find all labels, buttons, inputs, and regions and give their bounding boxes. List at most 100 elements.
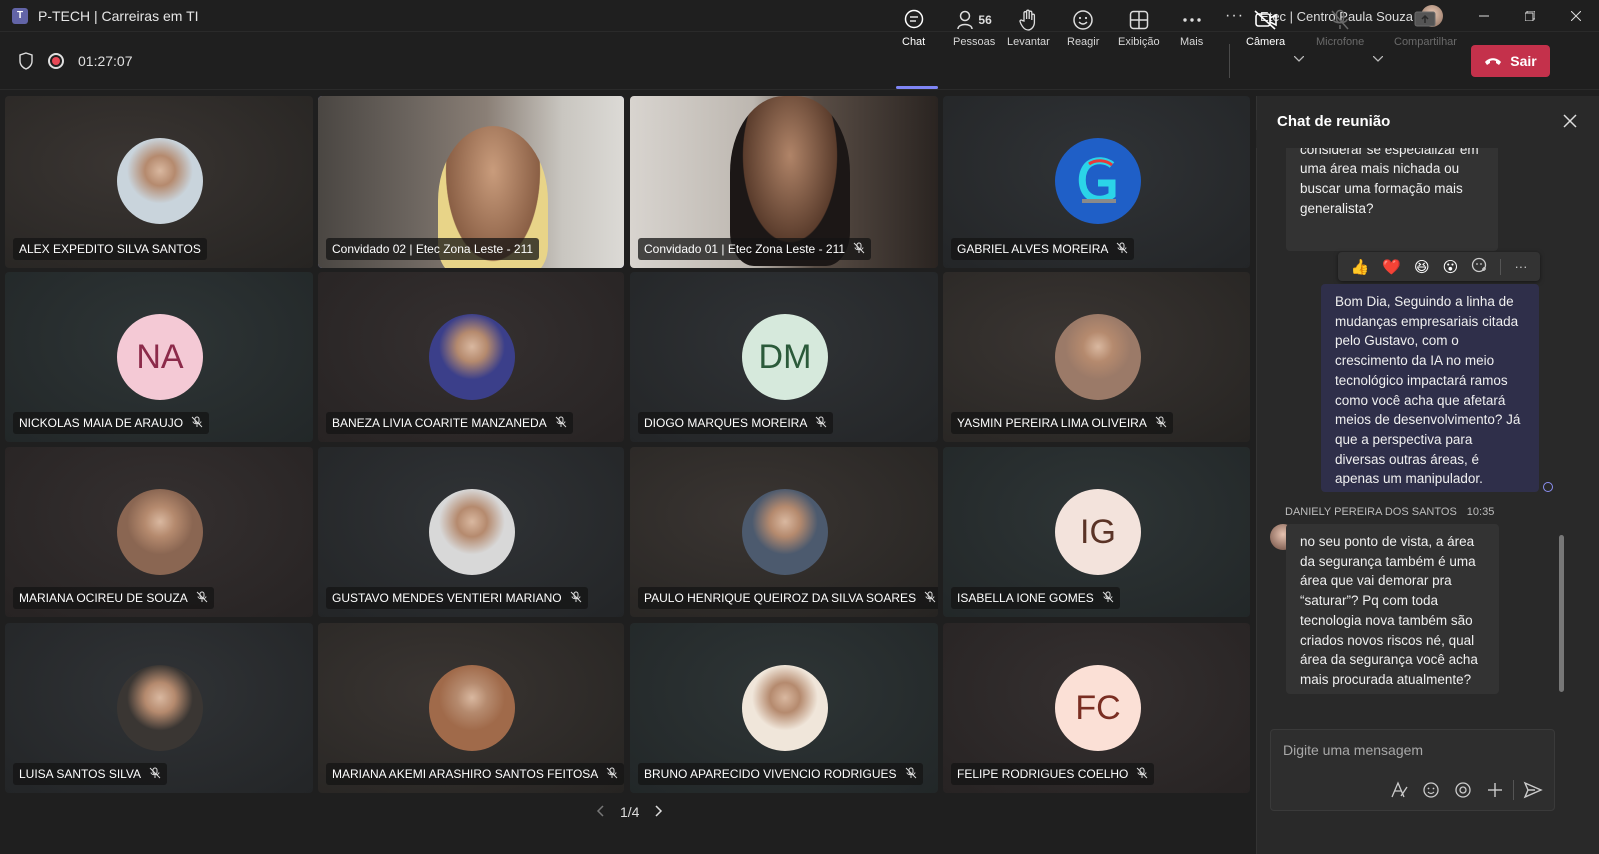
participant-tile[interactable]: GUSTAVO MENDES VENTIERI MARIANO [318,447,624,617]
react-button[interactable]: Reagir [1067,8,1099,54]
more-button[interactable]: Mais [1180,8,1203,54]
participant-tile[interactable]: DM DIOGO MARQUES MOREIRA [630,272,938,442]
participant-initials-avatar: NA [117,314,203,400]
mic-off-icon [1330,8,1350,32]
g-logo-icon [1078,157,1116,203]
participant-name-label: BANEZA LIVIA COARITE MANZANEDA [326,412,573,434]
message-time: 10:35 [1466,506,1495,518]
mic-muted-icon [1116,242,1128,257]
chat-button[interactable]: Chat [902,8,925,54]
heart-reaction-icon[interactable]: ❤️ [1382,258,1401,276]
participant-tile[interactable]: NA NICKOLAS MAIA DE ARAUJO [5,272,313,442]
participant-tile[interactable]: BRUNO APARECIDO VIVENCIO RODRIGUES [630,623,938,793]
minimize-button[interactable] [1461,0,1507,32]
leave-label: Sair [1510,53,1537,69]
participant-photo-avatar [429,314,515,400]
reaction-bar: 👍 ❤️ 😆 😮 ··· [1338,252,1540,281]
leave-button[interactable]: Sair [1471,45,1550,77]
chat-message[interactable]: no seu ponto de vista, a área da seguran… [1286,524,1499,694]
raise-hand-button[interactable]: Levantar [1007,8,1050,54]
participant-photo-avatar [117,489,203,575]
more-icon [1182,8,1202,32]
smiley-icon [1072,8,1094,32]
participant-tile[interactable]: IG ISABELLA IONE GOMES [943,447,1250,617]
participant-tile[interactable]: GABRIEL ALVES MOREIRA [943,96,1250,268]
participant-name-label: PAULO HENRIQUE QUEIROZ DA SILVA SOARES [638,587,938,609]
participant-tile[interactable]: FC FELIPE RODRIGUES COELHO [943,623,1250,793]
participant-name: Convidado 01 | Etec Zona Leste - 211 [644,242,846,256]
message-input[interactable] [1283,740,1543,760]
surprised-reaction-icon[interactable]: 😮 [1443,258,1459,276]
more-options-icon[interactable]: ··· [1225,7,1244,25]
like-reaction-icon[interactable]: 👍 [1351,258,1370,276]
send-icon[interactable] [1523,780,1543,805]
next-page-icon[interactable] [655,804,663,820]
participant-tile[interactable]: Convidado 02 | Etec Zona Leste - 211 [318,96,624,268]
add-icon[interactable] [1485,780,1505,800]
participant-tile[interactable]: PAULO HENRIQUE QUEIROZ DA SILVA SOARES [630,447,938,617]
participant-name-label: ISABELLA IONE GOMES [951,587,1120,609]
composer-divider [1513,780,1514,800]
maximize-button[interactable] [1507,0,1553,32]
share-icon [1414,8,1436,32]
chat-label: Chat [902,36,926,48]
participant-name-label: YASMIN PEREIRA LIMA OLIVEIRA [951,412,1173,434]
people-icon [957,10,974,30]
mic-muted-icon [555,416,567,431]
mic-muted-icon [196,591,208,606]
participant-name-label: LUISA SANTOS SILVA [13,763,168,785]
participant-name-label: ALEX EXPEDITO SILVA SANTOS [13,238,207,260]
people-count: 56 [978,13,992,27]
mic-muted-icon [853,242,865,257]
more-reactions-icon[interactable] [1471,257,1487,277]
participant-tile[interactable]: Convidado 01 | Etec Zona Leste - 211 [630,96,938,268]
react-label: Reagir [1067,36,1100,48]
laugh-reaction-icon[interactable]: 😆 [1414,258,1430,276]
pagination: 1/4 [596,804,663,820]
chat-message[interactable]: profissional de TI deve considerar se es… [1286,148,1498,251]
my-chat-message[interactable]: Bom Dia, Seguindo a linha de mudanças em… [1321,284,1539,492]
participant-name-label: NICKOLAS MAIA DE ARAUJO [13,412,210,434]
share-button[interactable]: Compartilhar [1394,8,1457,54]
emoji-icon[interactable] [1421,780,1441,800]
close-window-button[interactable] [1553,0,1599,32]
read-receipt-icon [1543,482,1553,492]
participant-name-label: Convidado 01 | Etec Zona Leste - 211 [638,238,872,260]
participant-name-label: FELIPE RODRIGUES COELHO [951,763,1155,785]
format-icon[interactable] [1389,780,1409,800]
view-button[interactable]: Exibição [1118,8,1160,54]
microphone-label: Microfone [1316,36,1365,48]
mic-options-chevron-icon[interactable] [1372,54,1384,65]
raise-hand-label: Levantar [1007,36,1050,48]
camera-options-chevron-icon[interactable] [1293,54,1305,65]
participant-name: DIOGO MARQUES MOREIRA [644,416,808,430]
participant-tile[interactable]: MARIANA AKEMI ARASHIRO SANTOS FEITOSA [318,623,624,793]
chat-scrollbar[interactable] [1559,535,1564,692]
participant-tile[interactable]: ALEX EXPEDITO SILVA SANTOS [5,96,313,268]
mic-muted-icon [570,591,582,606]
message-options-icon[interactable]: ··· [1514,259,1527,274]
mic-muted-icon [191,416,203,431]
teams-icon: T [12,7,28,24]
previous-page-icon[interactable] [596,804,604,820]
participant-tile[interactable]: LUISA SANTOS SILVA [5,623,313,793]
camera-button[interactable]: Câmera [1246,8,1285,54]
participant-tile[interactable]: MARIANA OCIREU DE SOUZA [5,447,313,617]
microphone-button[interactable]: Microfone [1316,8,1364,54]
shield-icon[interactable] [18,52,34,70]
participant-name: GABRIEL ALVES MOREIRA [957,242,1109,256]
participant-name: MARIANA OCIREU DE SOUZA [19,591,188,605]
participant-tile[interactable]: YASMIN PEREIRA LIMA OLIVEIRA [943,272,1250,442]
loop-icon[interactable] [1453,780,1473,800]
people-button[interactable]: 56 Pessoas [953,8,995,54]
share-label: Compartilhar [1394,36,1457,48]
participant-name: ISABELLA IONE GOMES [957,591,1094,605]
participant-tile[interactable]: BANEZA LIVIA COARITE MANZANEDA [318,272,624,442]
participants-grid: ALEX EXPEDITO SILVA SANTOS Convidado 02 |… [5,96,1250,798]
close-chat-icon[interactable] [1563,112,1577,133]
mic-muted-icon [1155,416,1167,431]
participant-photo-avatar [117,665,203,751]
participant-photo-avatar [742,489,828,575]
participant-name-label: DIOGO MARQUES MOREIRA [638,412,834,434]
sender-name: DANIELY PEREIRA DOS SANTOS [1285,506,1457,518]
